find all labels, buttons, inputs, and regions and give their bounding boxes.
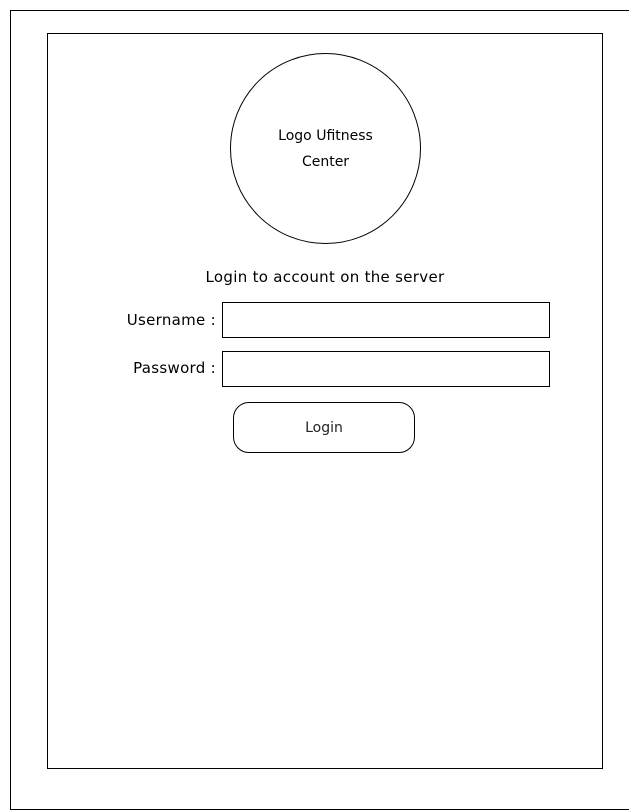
username-input[interactable] [222,302,550,338]
username-label: Username : [126,311,216,329]
login-heading: Login to account on the server [205,268,445,286]
login-button[interactable]: Login [233,402,415,453]
password-label: Password : [133,359,216,377]
logo-text: Logo Ufitness Center [256,123,396,175]
logo-text-line2: Center [301,153,350,170]
password-input[interactable] [222,351,550,387]
logo-text-line1: Logo Ufitness [278,127,373,144]
logo: Logo Ufitness Center [230,53,421,244]
